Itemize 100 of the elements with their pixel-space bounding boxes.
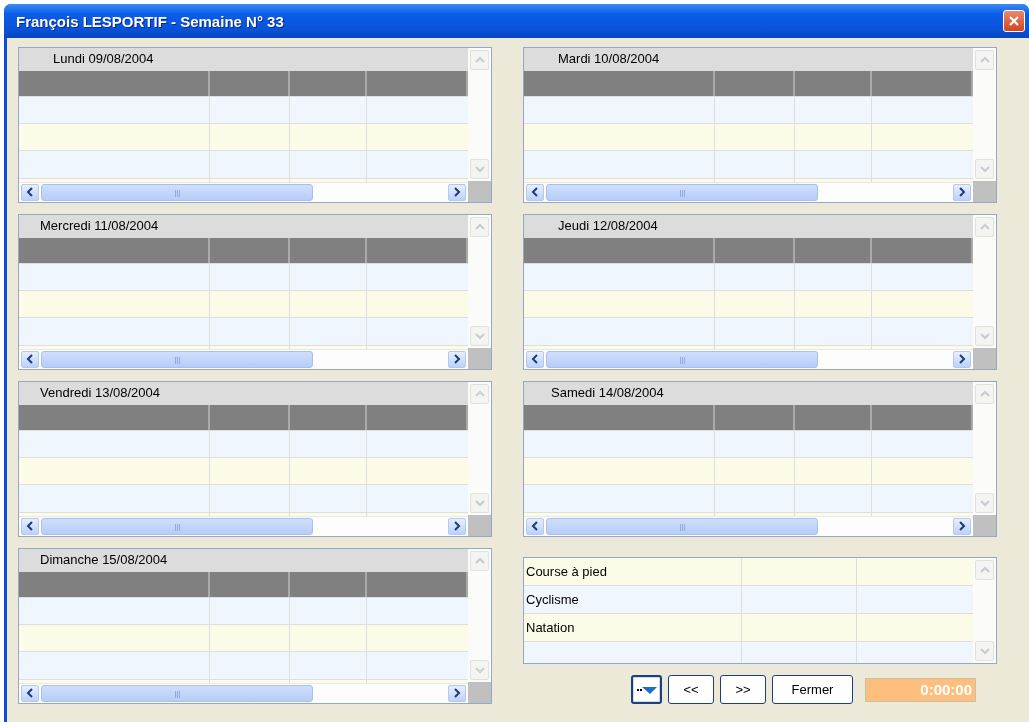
scroll-up-button[interactable]	[975, 217, 994, 237]
scroll-up-button[interactable]	[470, 217, 489, 237]
vertical-scrollbar[interactable]	[468, 215, 491, 348]
close-button[interactable]	[1003, 10, 1025, 32]
vertical-scrollbar[interactable]	[468, 382, 491, 515]
scroll-left-button[interactable]	[21, 517, 39, 535]
scroll-right-button[interactable]	[448, 183, 466, 201]
vertical-scrollbar[interactable]	[468, 549, 491, 682]
chevron-right-icon	[453, 688, 461, 699]
chevron-left-icon	[531, 354, 539, 365]
day-heading: Samedi 14/08/2004	[524, 382, 973, 406]
scroll-right-button[interactable]	[448, 350, 466, 368]
scrollbar-thumb[interactable]	[546, 517, 818, 535]
scroll-left-button[interactable]	[21, 350, 39, 368]
scroll-left-button[interactable]	[526, 350, 544, 368]
scrollbar-corner	[973, 181, 996, 202]
scroll-up-button[interactable]	[470, 50, 489, 70]
chevron-left-icon	[26, 354, 34, 365]
scroll-left-button[interactable]	[526, 183, 544, 201]
chevron-left-icon	[531, 187, 539, 198]
chevron-right-icon	[958, 354, 966, 365]
chevron-up-icon	[979, 566, 990, 574]
chevron-down-icon	[474, 165, 485, 173]
vertical-scrollbar[interactable]	[973, 382, 996, 515]
chevron-up-icon	[474, 56, 485, 64]
nav-button[interactable]: >>	[720, 675, 766, 704]
table-cell: Natation	[524, 614, 742, 641]
scrollbar-thumb[interactable]	[41, 684, 313, 702]
scrollbar-thumb[interactable]	[41, 183, 313, 201]
chevron-right-icon	[958, 187, 966, 198]
chevron-up-icon	[979, 56, 990, 64]
vertical-scrollbar[interactable]	[973, 215, 996, 348]
chevron-down-icon	[474, 666, 485, 674]
day-heading: Vendredi 13/08/2004	[19, 382, 468, 406]
chevron-right-icon	[453, 521, 461, 532]
chevron-down-icon	[474, 332, 485, 340]
day-heading: Mardi 10/08/2004	[524, 48, 973, 72]
close-icon	[1008, 15, 1020, 27]
scroll-right-button[interactable]	[448, 684, 466, 702]
chevron-up-icon	[979, 223, 990, 231]
day-heading: Lundi 09/08/2004	[19, 48, 468, 72]
scrollbar-corner	[468, 181, 491, 202]
horizontal-scrollbar[interactable]	[19, 181, 468, 202]
chevron-up-icon	[474, 390, 485, 398]
scroll-up-button[interactable]	[975, 560, 994, 580]
scrollbar-thumb[interactable]	[41, 350, 313, 368]
scroll-down-button[interactable]	[975, 641, 994, 661]
chevron-right-icon	[453, 187, 461, 198]
chevron-right-icon	[958, 521, 966, 532]
scrollbar-thumb[interactable]	[546, 350, 818, 368]
filter-button[interactable]	[631, 675, 662, 704]
chevron-left-icon	[26, 688, 34, 699]
chevron-down-icon	[979, 647, 990, 655]
horizontal-scrollbar[interactable]	[19, 515, 468, 536]
scroll-right-button[interactable]	[953, 350, 971, 368]
chevron-left-icon	[26, 521, 34, 532]
scroll-left-button[interactable]	[21, 183, 39, 201]
scroll-left-button[interactable]	[21, 684, 39, 702]
scroll-up-button[interactable]	[975, 384, 994, 404]
horizontal-scrollbar[interactable]	[524, 348, 973, 369]
chevron-up-icon	[474, 557, 485, 565]
timer-display: 0:00:00	[865, 677, 976, 702]
scrollbar-corner	[468, 682, 491, 703]
vertical-scrollbar[interactable]	[468, 48, 491, 181]
scroll-right-button[interactable]	[953, 183, 971, 201]
horizontal-scrollbar[interactable]	[524, 181, 973, 202]
chevron-down-icon	[474, 499, 485, 507]
scroll-right-button[interactable]	[448, 517, 466, 535]
horizontal-scrollbar[interactable]	[19, 348, 468, 369]
scroll-right-button[interactable]	[953, 517, 971, 535]
scrollbar-thumb[interactable]	[41, 517, 313, 535]
chevron-right-icon	[453, 354, 461, 365]
chevron-down-icon	[979, 165, 990, 173]
horizontal-scrollbar[interactable]	[19, 682, 468, 703]
scroll-up-button[interactable]	[470, 384, 489, 404]
scrollbar-thumb[interactable]	[546, 183, 818, 201]
day-heading: Jeudi 12/08/2004	[524, 215, 973, 239]
chevron-down-icon	[979, 332, 990, 340]
chevron-left-icon	[531, 521, 539, 532]
scrollbar-corner	[468, 348, 491, 369]
scroll-left-button[interactable]	[526, 517, 544, 535]
window-title: François LESPORTIF - Semaine N° 33	[16, 12, 284, 30]
vertical-scrollbar[interactable]	[973, 48, 996, 181]
scroll-up-button[interactable]	[470, 551, 489, 571]
day-heading: Dimanche 15/08/2004	[19, 549, 468, 573]
table-cell: Cyclisme	[524, 586, 742, 613]
chevron-up-icon	[474, 223, 485, 231]
chevron-up-icon	[979, 390, 990, 398]
table-cell: Course à pied	[524, 558, 742, 585]
scrollbar-corner	[468, 515, 491, 536]
vertical-scrollbar[interactable]	[973, 558, 996, 663]
chevron-down-icon	[979, 499, 990, 507]
chevron-left-icon	[26, 187, 34, 198]
scroll-up-button[interactable]	[975, 50, 994, 70]
horizontal-scrollbar[interactable]	[524, 515, 973, 536]
nav-button[interactable]: Fermer	[772, 675, 853, 704]
funnel-icon	[636, 684, 657, 695]
scrollbar-corner	[973, 348, 996, 369]
nav-button[interactable]: <<	[668, 675, 714, 704]
scrollbar-corner	[973, 515, 996, 536]
